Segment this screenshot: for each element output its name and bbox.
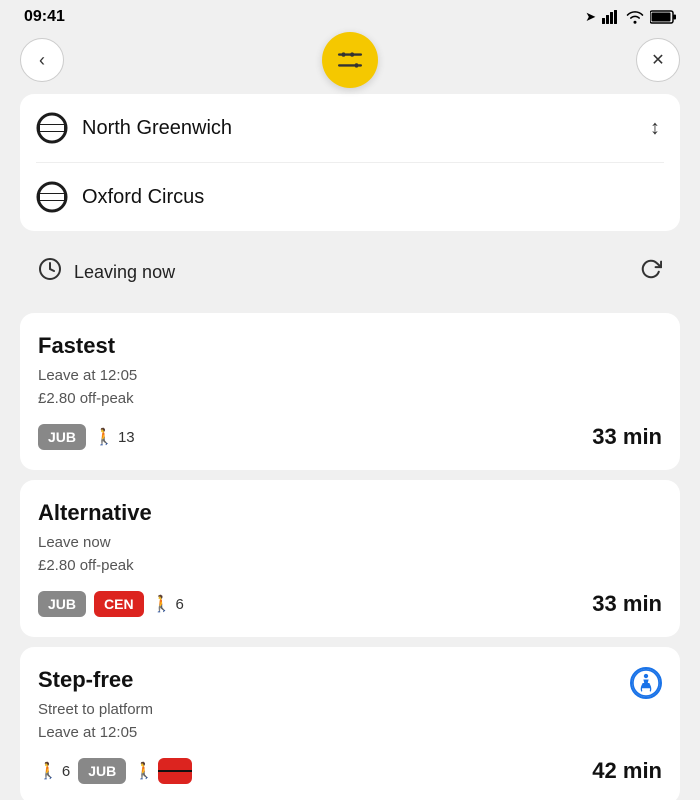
signal-icon (602, 10, 620, 24)
to-row: Oxford Circus (36, 163, 664, 231)
journey-footer-stepfree: 🚶 6 JUB 🚶 42 min (38, 758, 662, 784)
tag-jub-alternative: JUB (38, 591, 86, 617)
journey-time-fastest: 33 min (592, 424, 662, 450)
tag-cen-alternative: CEN (94, 591, 144, 617)
leaving-bar[interactable]: Leaving now (20, 241, 680, 303)
swap-button[interactable]: ↕ (646, 114, 664, 142)
walk-icon-alternative: 🚶 (152, 594, 172, 614)
status-bar: 09:41 ➤ (0, 0, 700, 30)
leaving-text: Leaving now (74, 262, 175, 283)
clock-icon (38, 257, 62, 287)
walk-info-stepfree-pre: 🚶 6 (38, 761, 70, 781)
wifi-icon (626, 10, 644, 24)
journey-card-header-stepfree: Step-free (38, 667, 662, 699)
journey-tags-fastest: JUB 🚶 13 (38, 424, 135, 450)
route-card: North Greenwich ↕ Oxford Circus (20, 94, 680, 231)
journey-tags-alternative: JUB CEN 🚶 6 (38, 591, 184, 617)
stepfree-icon (630, 667, 662, 699)
journey-card-alternative[interactable]: Alternative Leave now £2.80 off-peak JUB… (20, 480, 680, 637)
status-icons: ➤ (585, 9, 676, 25)
close-icon: ✕ (651, 50, 664, 70)
tube-icon-to (36, 181, 68, 213)
journey-title-alternative: Alternative (38, 500, 662, 526)
journey-tags-stepfree: 🚶 6 JUB 🚶 (38, 758, 192, 784)
location-icon: ➤ (585, 9, 596, 25)
walk-icon-stepfree: 🚶 (38, 761, 58, 781)
tag-jub-fastest: JUB (38, 424, 86, 450)
journey-detail-stepfree: Street to platform Leave at 12:05 (38, 699, 662, 744)
journey-time-stepfree: 42 min (592, 758, 662, 784)
from-row: North Greenwich ↕ (36, 94, 664, 163)
close-button[interactable]: ✕ (636, 38, 680, 82)
journey-card-stepfree[interactable]: Step-free Street to platform Leave at 12… (20, 647, 680, 800)
main-content: North Greenwich ↕ Oxford Circus (0, 94, 700, 800)
journey-detail-alternative: Leave now £2.80 off-peak (38, 532, 662, 577)
battery-icon (650, 10, 676, 24)
walk-icon-fastest: 🚶 (94, 427, 114, 447)
journey-title-fastest: Fastest (38, 333, 662, 359)
swap-icon: ↕ (650, 118, 660, 138)
header: ‹ ✕ (0, 30, 700, 94)
filter-icon (337, 47, 363, 73)
to-location: Oxford Circus (82, 186, 664, 209)
walk-icon-2-stepfree: 🚶 (134, 761, 154, 781)
filter-button[interactable] (322, 32, 378, 88)
walk-info-fastest: 🚶 13 (94, 427, 135, 447)
journey-detail-fastest: Leave at 12:05 £2.80 off-peak (38, 365, 662, 410)
status-time: 09:41 (24, 8, 65, 26)
walk-red-group: 🚶 (134, 758, 192, 784)
refresh-icon[interactable] (640, 258, 662, 286)
journey-title-stepfree: Step-free (38, 667, 133, 693)
back-icon: ‹ (39, 50, 45, 71)
back-button[interactable]: ‹ (20, 38, 64, 82)
tag-jub-stepfree: JUB (78, 758, 126, 784)
leaving-left: Leaving now (38, 257, 175, 287)
tube-icon-from (36, 112, 68, 144)
journey-card-fastest[interactable]: Fastest Leave at 12:05 £2.80 off-peak JU… (20, 313, 680, 470)
journey-footer-fastest: JUB 🚶 13 33 min (38, 424, 662, 450)
tag-partial-stepfree (158, 758, 192, 784)
journey-footer-alternative: JUB CEN 🚶 6 33 min (38, 591, 662, 617)
from-location: North Greenwich (82, 117, 632, 140)
walk-info-alternative: 🚶 6 (152, 594, 184, 614)
phone-frame: 09:41 ➤ (0, 0, 700, 800)
journey-time-alternative: 33 min (592, 591, 662, 617)
